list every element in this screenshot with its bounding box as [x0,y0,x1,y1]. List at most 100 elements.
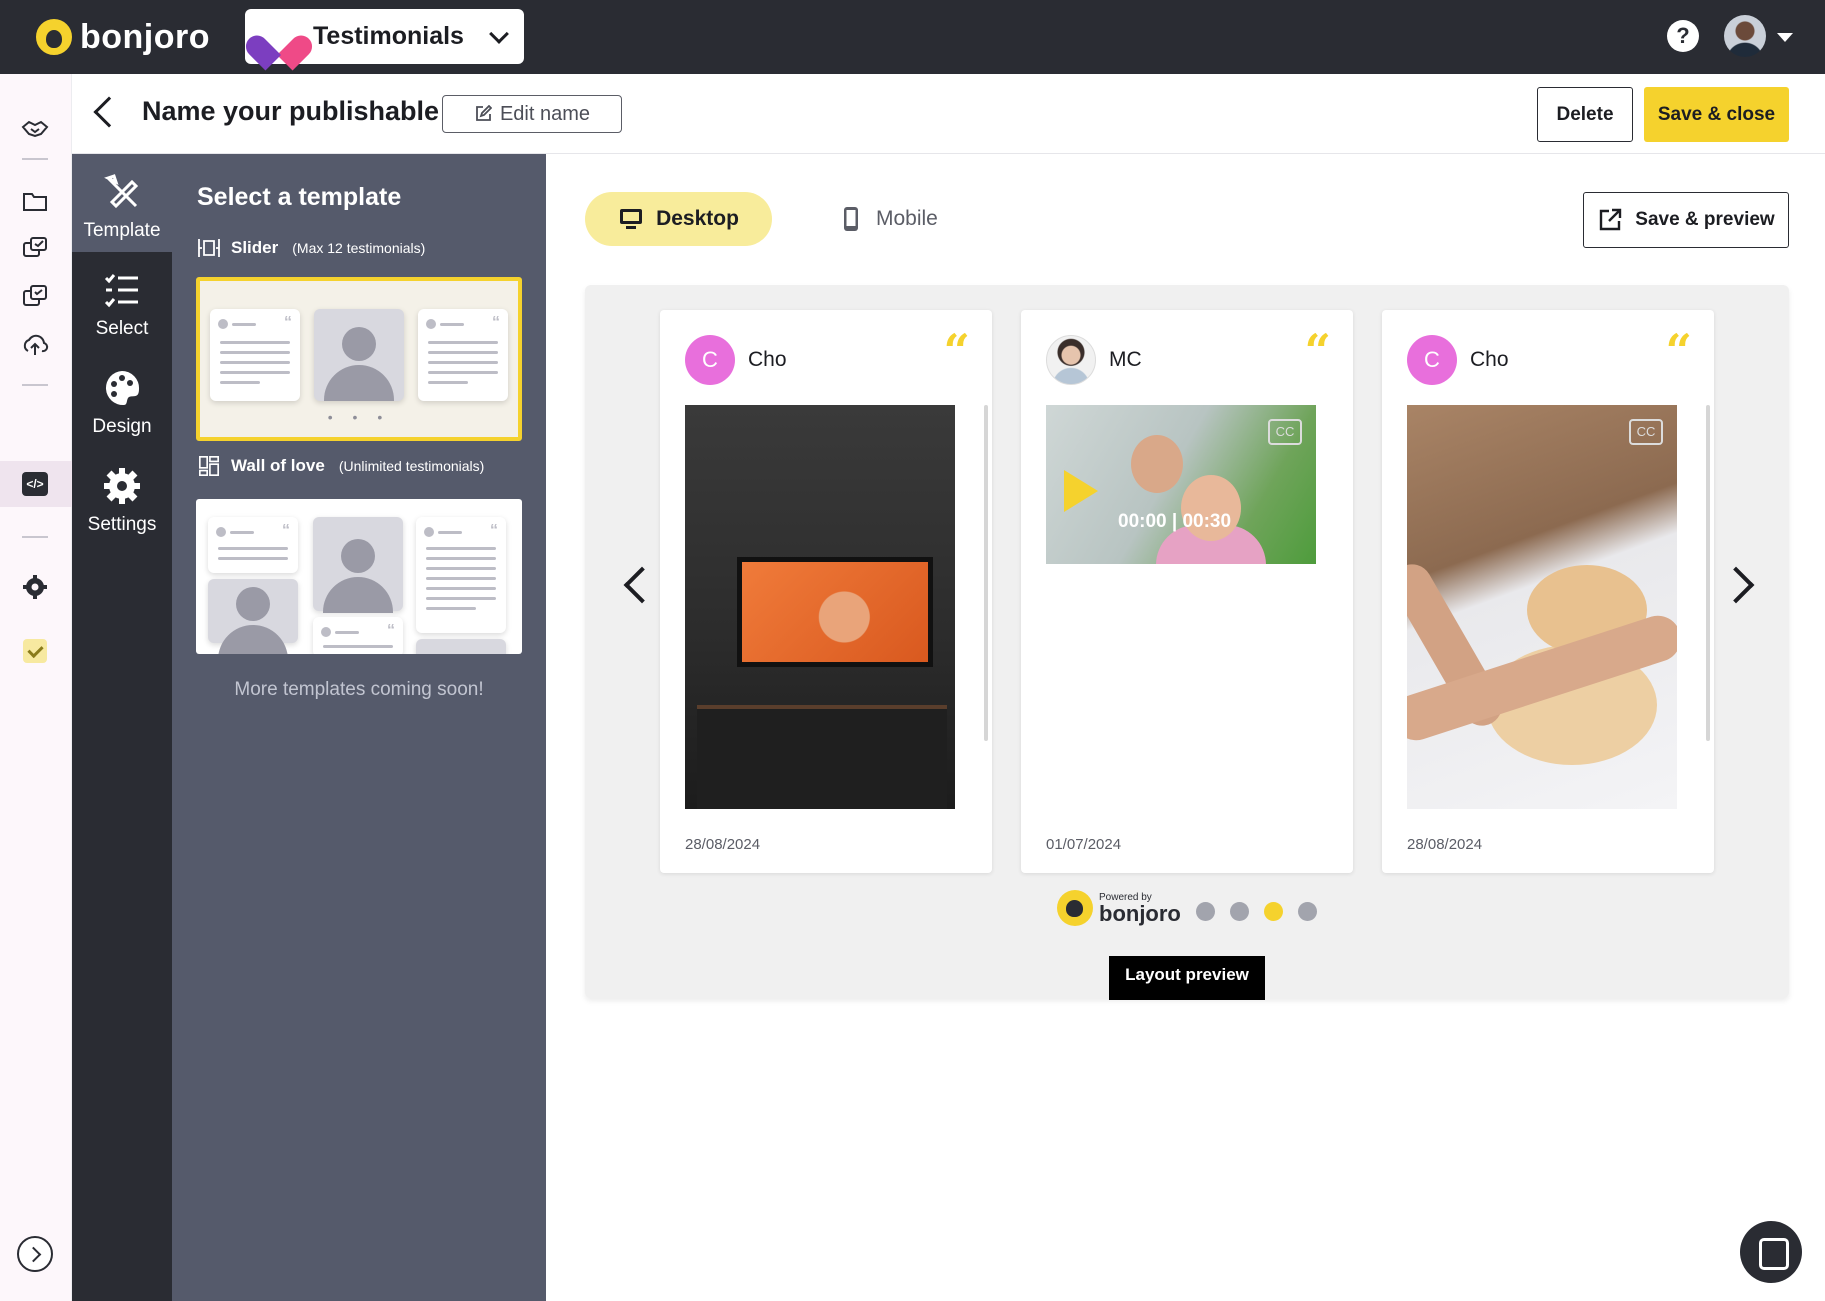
testimonial-card[interactable]: MC “ 00:00 | 00:30 CC 01/07/2024 [1021,310,1353,873]
pagination-dot[interactable] [1298,902,1317,921]
editor-header: Name your publishable Edit name Delete S… [72,74,1825,154]
testimonial-name: MC [1109,348,1142,371]
quote-icon: “ [1304,324,1331,378]
testimonial-card[interactable]: C Cho “ CC 28/08/2024 [1382,310,1714,873]
avatar [1046,335,1096,385]
upload-icon[interactable] [20,330,50,360]
brand-name: bonjoro [80,17,211,56]
mini-video-card [314,309,404,401]
tab-design[interactable]: Design [72,350,172,448]
template-wall-card[interactable]: “ “ “ [196,499,522,654]
heart-icon [259,19,299,55]
slider-dots: • • • [327,409,391,425]
tab-template[interactable]: Template [72,154,172,252]
back-arrow-icon[interactable] [93,96,125,128]
pagination-dot-active[interactable] [1264,902,1283,921]
edit-name-label: Edit name [499,102,591,125]
edit-icon [476,105,492,121]
rail-divider [22,158,48,160]
bonjoro-logo-icon [1057,890,1093,926]
closed-captions-icon[interactable]: CC [1268,419,1302,445]
pagination-dot[interactable] [1196,902,1215,921]
external-link-icon [1600,208,1622,231]
testimonial-card[interactable]: C Cho “ 28/08/2024 [660,310,992,873]
quote-icon: “ [1665,324,1692,378]
review-icon[interactable] [20,282,50,312]
editor-tabs: Template Select Design Settings [72,154,172,1301]
tab-select[interactable]: Select [72,252,172,350]
testimonial-date: 28/08/2024 [685,836,761,853]
testimonial-name: Cho [748,348,787,371]
save-preview-label: Save & preview [1635,209,1775,230]
carousel-pagination [1196,902,1317,921]
settings-gear-icon[interactable] [20,572,50,602]
mini-video-card [208,579,298,654]
bonjoro-logo-icon [36,19,72,55]
testimonial-video[interactable]: 00:00 | 00:30 CC [1046,405,1316,564]
pencil-ruler-icon [104,174,139,209]
top-bar: bonjoro Testimonials ? [0,0,1825,74]
scrollbar[interactable] [984,405,988,741]
chat-launcher-button[interactable] [1740,1221,1802,1283]
tv-screen [737,557,933,667]
delete-button[interactable]: Delete [1537,87,1633,142]
previous-arrow-icon[interactable] [623,566,661,604]
left-rail: </> [0,74,72,1301]
desktop-view-toggle[interactable]: Desktop [585,192,772,246]
coming-soon-text: More templates coming soon! [234,679,484,700]
next-arrow-icon[interactable] [1717,566,1755,604]
handshake-icon[interactable] [20,114,50,144]
page-title: Name your publishable [142,96,440,126]
tab-settings[interactable]: Settings [72,448,172,546]
user-avatar[interactable] [1724,15,1766,57]
messages-icon[interactable] [20,234,50,264]
closed-captions-icon[interactable]: CC [1629,419,1663,445]
expand-sidebar-button[interactable] [17,1236,53,1272]
tab-template-label: Template [83,220,161,241]
folder-icon[interactable] [20,186,50,216]
grid-icon [199,456,219,476]
wall-template-label: Wall of love (Unlimited testimonials) [197,455,484,477]
mobile-icon [844,207,858,231]
mini-video-card [416,639,506,654]
tab-select-label: Select [95,318,149,339]
save-preview-button[interactable]: Save & preview [1583,192,1789,248]
avatar: C [685,335,735,385]
testimonial-photo[interactable] [685,405,955,809]
caret-down-icon[interactable] [1777,33,1793,42]
tv-stand [697,705,947,809]
powered-by-bonjoro[interactable]: Powered by bonjoro [1057,890,1181,926]
code-icon[interactable]: </> [22,472,48,496]
avatar: C [1407,335,1457,385]
testimonial-date: 01/07/2024 [1046,836,1122,853]
project-name: Testimonials [313,22,464,50]
layout-preview-badge: Layout preview [1109,956,1265,1000]
bonjoro-logo[interactable]: bonjoro [36,17,210,57]
video-frame-person [1131,435,1183,493]
pagination-dot[interactable] [1230,902,1249,921]
template-panel: Select a template Slider (Max 12 testimo… [172,154,546,1301]
template-slider-card[interactable]: “ “ • • • [196,277,522,441]
slider-icon [198,239,220,257]
edit-name-button[interactable]: Edit name [442,95,622,133]
checklist-icon[interactable] [23,639,47,663]
tab-design-label: Design [92,416,152,437]
mobile-view-toggle[interactable]: Mobile [838,192,938,246]
save-close-button[interactable]: Save & close [1644,87,1789,142]
video-time: 00:00 | 00:30 [1118,511,1232,532]
wall-note: (Unlimited testimonials) [338,458,485,474]
scrollbar[interactable] [1706,405,1710,741]
checklist-icon [104,274,138,308]
mini-video-card [313,517,403,613]
help-button[interactable]: ? [1667,20,1699,52]
layout-preview-area: C Cho “ 28/08/2024 MC “ 00:00 | 00:30 CC… [585,285,1789,1000]
wall-label: Wall of love [231,456,325,475]
mobile-label: Mobile [876,207,938,230]
slider-template-label: Slider (Max 12 testimonials) [197,237,425,259]
project-selector[interactable]: Testimonials [245,9,524,64]
gear-icon [104,468,140,504]
play-icon[interactable] [1064,470,1098,512]
panel-title: Select a template [197,183,402,211]
testimonial-photo[interactable]: CC [1407,405,1677,809]
mini-card: “ [313,617,403,654]
